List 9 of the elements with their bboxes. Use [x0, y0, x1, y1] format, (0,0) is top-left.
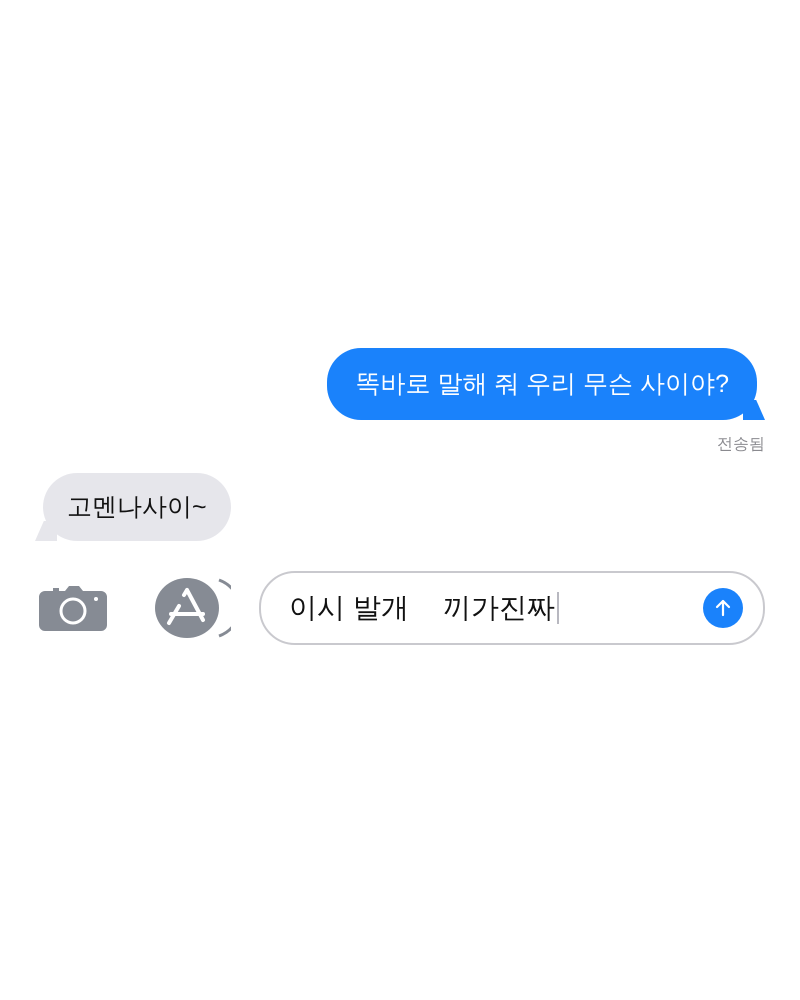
sent-message-bubble: 똑바로 말해 줘 우리 무슨 사이야?	[327, 348, 765, 420]
send-button[interactable]	[703, 588, 743, 628]
typed-text: 이시 발개	[289, 591, 409, 625]
message-input-field[interactable]: 이시 발개 끼가진짜	[259, 571, 765, 645]
up-arrow-icon	[713, 598, 733, 618]
camera-icon[interactable]	[39, 585, 107, 631]
delivery-status: 전송됨	[717, 435, 765, 455]
typed-text: 끼가진짜	[442, 591, 555, 625]
received-message-bubble: 고멘나사이~	[35, 473, 231, 541]
